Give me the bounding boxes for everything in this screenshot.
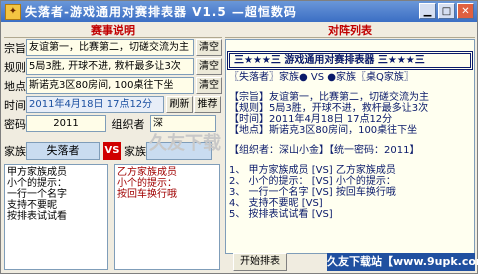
rules-label: 规则: [4, 60, 26, 74]
match-panel: 对阵列表 三★★★三 游戏通用对赛排表器 三★★★三 〖失落者〗家族● VS ●…: [225, 24, 475, 272]
watermark-text: 久友下载: [149, 133, 221, 154]
match-list-output[interactable]: 三★★★三 游戏通用对赛排表器 三★★★三 〖失落者〗家族● VS ●家族〖桌Q…: [225, 39, 475, 254]
maximize-button[interactable]: □: [438, 3, 455, 19]
purpose-clear-button[interactable]: 清空: [196, 39, 222, 56]
list-item: 按回车换行哦: [117, 189, 177, 200]
list-item: 小个的提示：: [7, 178, 67, 189]
vs-badge: VS: [103, 142, 121, 160]
purpose-label: 宗旨: [4, 41, 26, 55]
rules-input[interactable]: 5局3胜, 开球不进, 救杆最多让3次: [26, 58, 194, 75]
place-input[interactable]: 斯诺克3区80房间, 100桌往下坐: [26, 77, 194, 94]
footer-banner: 久友下载站【www.9upk.com】: [327, 253, 478, 271]
organizer-line: 【组织者：深山小金】【统一密码：2011】: [229, 145, 420, 156]
recommend-button[interactable]: 推荐: [194, 96, 221, 113]
time-label: 时间: [4, 98, 26, 112]
home-clan-input[interactable]: 失落者: [26, 142, 100, 160]
list-item: 支持不要昵: [7, 200, 57, 211]
title-bar: ✦ 失落者-游戏通用对赛排表器 V1.5 —超恒数码 ▁ □ ✕: [1, 1, 477, 22]
pair-row: 4、 支持不要昵 [VS]: [229, 198, 323, 209]
away-members-memo[interactable]: 乙方家族成员 小个的提示： 按回车换行哦: [114, 164, 220, 270]
rules-clear-button[interactable]: 清空: [196, 58, 222, 75]
clan-label: 家族: [4, 145, 26, 158]
list-item: 小个的提示：: [117, 178, 177, 189]
list-item: 按排表试试看: [7, 211, 67, 222]
event-panel-title: 赛事说明: [4, 24, 222, 38]
info-line: 【地点】斯诺克3区80房间，100桌往下坐: [229, 125, 418, 136]
purpose-input[interactable]: 友谊第一，比赛第二，切磋交流为主: [26, 39, 194, 56]
close-button[interactable]: ✕: [457, 3, 474, 19]
match-panel-title: 对阵列表: [225, 24, 475, 38]
away-clan-label: 家族: [124, 145, 146, 158]
pair-row: 3、 一行一个名字 [VS] 按回车换行哦: [229, 187, 396, 198]
info-line: 【规则】5局3胜，开球不进，救杆最多让3次: [229, 103, 429, 114]
pair-row: 2、 小个的提示： [VS] 小个的提示：: [229, 176, 396, 187]
home-members-memo[interactable]: 甲方家族成员 小个的提示： 一行一个名字 支持不要昵 按排表试试看: [4, 164, 108, 270]
minimize-button[interactable]: ▁: [419, 3, 436, 19]
pair-row: 1、 甲方家族成员 [VS] 乙方家族成员: [229, 165, 396, 176]
window-title: 失落者-游戏通用对赛排表器 V1.5 —超恒数码: [25, 5, 297, 19]
organizer-label: 组织者: [111, 117, 145, 131]
list-item: 乙方家族成员: [117, 167, 177, 178]
refresh-button[interactable]: 刷新: [166, 96, 193, 113]
info-line: 【宗旨】友谊第一，比赛第二，切磋交流为主: [229, 92, 429, 103]
match-line: 〖失落者〗家族● VS ●家族〖桌Q家族〗: [229, 72, 414, 83]
list-item: 甲方家族成员: [7, 167, 67, 178]
place-clear-button[interactable]: 清空: [196, 77, 222, 94]
pair-row: 5、 按排表试试看 [VS]: [229, 209, 333, 220]
app-window: ✦ 失落者-游戏通用对赛排表器 V1.5 —超恒数码 ▁ □ ✕ 赛事说明 宗旨…: [0, 0, 478, 274]
app-icon: ✦: [5, 3, 21, 20]
place-label: 地点: [4, 79, 26, 93]
list-item: 一行一个名字: [7, 189, 67, 200]
time-input[interactable]: 2011年4月18日 17点12分: [26, 96, 164, 113]
info-line: 【时间】2011年4月18日 17点12分: [229, 114, 393, 125]
output-banner: 三★★★三 游戏通用对赛排表器 三★★★三: [227, 51, 473, 70]
password-label: 密码: [4, 117, 26, 131]
start-schedule-button[interactable]: 开始排表: [233, 253, 287, 271]
password-input[interactable]: 2011: [26, 115, 106, 132]
